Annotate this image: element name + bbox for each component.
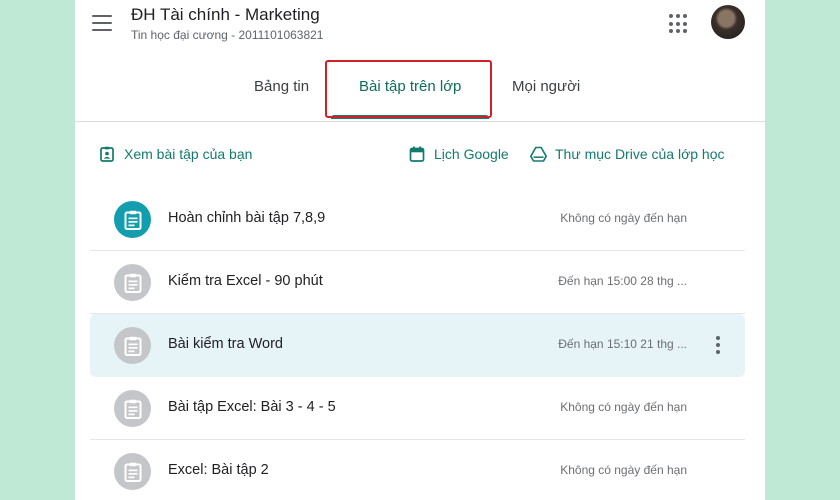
highlight-box	[325, 60, 492, 118]
assignment-list: Hoàn chỉnh bài tập 7,8,9 Không có ngày đ…	[90, 188, 745, 500]
assignment-title: Bài kiểm tra Word	[168, 336, 283, 352]
google-calendar-label: Lịch Google	[434, 146, 509, 162]
assignment-row[interactable]: Bài kiểm tra Word Đến hạn 15:10 21 thg .…	[90, 314, 745, 377]
assignment-icon	[114, 201, 151, 238]
assignment-row[interactable]: Bài tập Excel: Bài 3 - 4 - 5 Không có ng…	[90, 377, 745, 440]
menu-icon[interactable]	[92, 15, 112, 31]
assignment-ind-icon	[99, 146, 115, 162]
assignment-row[interactable]: Hoàn chỉnh bài tập 7,8,9 Không có ngày đ…	[90, 188, 745, 251]
assignment-due: Không có ngày đến hạn	[560, 463, 687, 477]
class-subtitle: Tin học đại cương - 2011101063821	[131, 28, 324, 42]
tab-stream[interactable]: Bảng tin	[254, 78, 309, 95]
assignment-title: Bài tập Excel: Bài 3 - 4 - 5	[168, 399, 336, 415]
assignment-title: Hoàn chỉnh bài tập 7,8,9	[168, 210, 326, 226]
class-title[interactable]: ĐH Tài chính - Marketing	[131, 5, 320, 25]
assignment-due: Không có ngày đến hạn	[560, 211, 687, 225]
tab-bar: Bảng tin Bài tập trên lớp Mọi người	[75, 60, 765, 120]
top-bar: ĐH Tài chính - Marketing Tin học đại cươ…	[75, 0, 765, 50]
assignment-icon	[114, 390, 151, 427]
assignment-icon	[114, 264, 151, 301]
assignment-due: Đến hạn 15:10 21 thg ...	[558, 337, 687, 351]
assignment-row[interactable]: Excel: Bài tập 2 Không có ngày đến hạn	[90, 440, 745, 500]
avatar[interactable]	[711, 5, 745, 39]
assignment-due: Không có ngày đến hạn	[560, 400, 687, 414]
apps-grid-icon[interactable]	[669, 14, 689, 34]
more-vert-icon[interactable]	[716, 336, 720, 354]
assignment-title: Kiểm tra Excel - 90 phút	[168, 273, 323, 289]
drive-icon	[530, 146, 547, 162]
assignment-icon	[114, 453, 151, 490]
assignment-icon	[114, 327, 151, 364]
class-drive-folder-link[interactable]: Thư mục Drive của lớp học	[530, 146, 725, 162]
assignment-title: Excel: Bài tập 2	[168, 462, 269, 478]
view-your-work-label: Xem bài tập của bạn	[124, 146, 253, 162]
assignment-due: Đến hạn 15:00 28 thg ...	[558, 274, 687, 288]
assignment-row[interactable]: Kiểm tra Excel - 90 phút Đến hạn 15:00 2…	[90, 251, 745, 314]
divider	[75, 121, 765, 122]
class-drive-folder-label: Thư mục Drive của lớp học	[555, 146, 725, 162]
calendar-icon	[409, 146, 425, 162]
classroom-page: ĐH Tài chính - Marketing Tin học đại cươ…	[75, 0, 765, 500]
google-calendar-link[interactable]: Lịch Google	[409, 146, 509, 162]
view-your-work-link[interactable]: Xem bài tập của bạn	[99, 146, 252, 162]
tab-people[interactable]: Mọi người	[512, 78, 580, 95]
